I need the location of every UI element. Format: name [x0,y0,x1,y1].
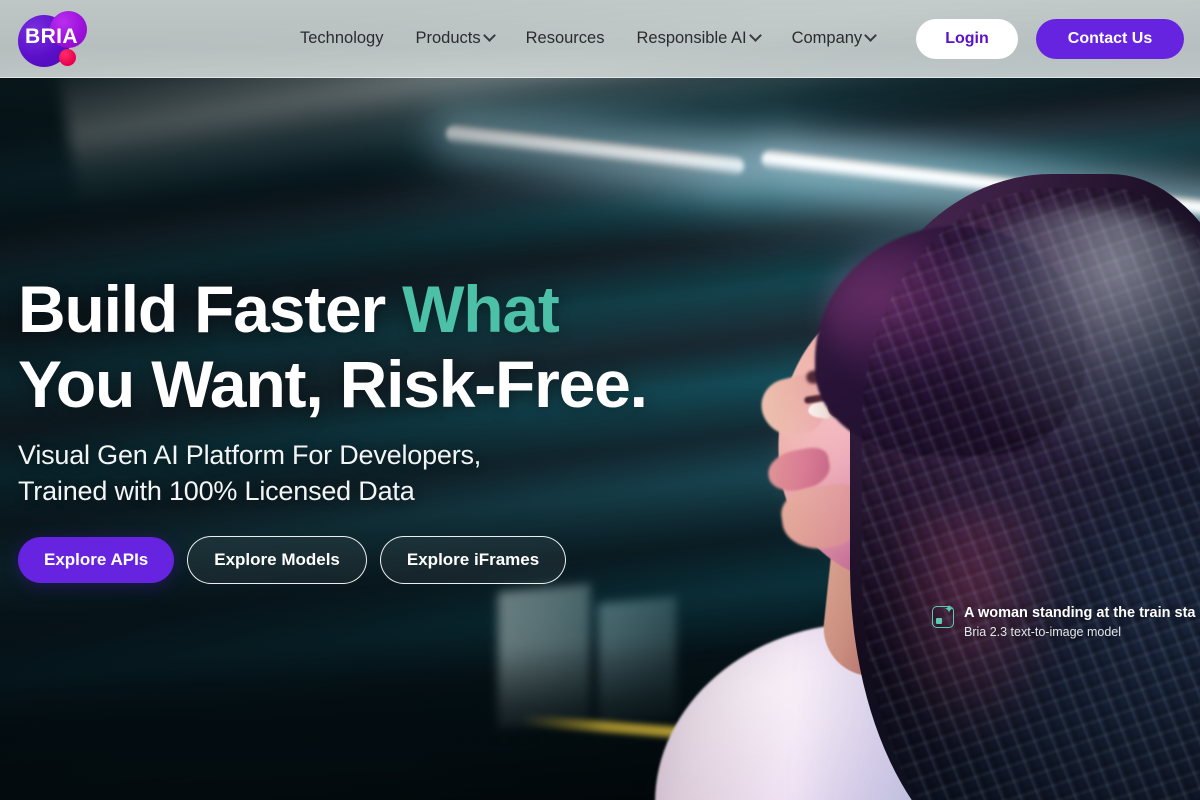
caption-title: A woman standing at the train sta [964,605,1196,621]
hero-cta-row: Explore APIs Explore Models Explore iFra… [18,536,818,585]
nav-item-resources[interactable]: Resources [526,29,605,48]
hero-subheadline: Visual Gen AI Platform For Developers, T… [18,438,818,510]
nav-item-technology[interactable]: Technology [300,29,383,48]
headline-line2: You Want, Risk-Free. [18,347,648,422]
subhead-line2: Trained with 100% Licensed Data [18,476,415,507]
subhead-line1: Visual Gen AI Platform For Developers, [18,440,482,471]
headline-line1-accent: What [402,272,560,346]
image-caption: A woman standing at the train sta Bria 2… [932,602,1196,641]
explore-iframes-button[interactable]: Explore iFrames [379,536,567,585]
chevron-down-icon [864,29,878,42]
nav-item-responsible-ai-label: Responsible AI [636,29,747,47]
nav-links: Technology Products Resources Responsibl… [300,29,878,48]
login-button[interactable]: Login [916,18,1018,59]
top-navigation-bar: BRIA Technology Products Resources Respo… [0,0,1200,78]
logo-dot-icon [59,48,76,66]
bria-logo[interactable]: BRIA [18,10,104,67]
chevron-down-icon [482,29,496,42]
logo-wordmark: BRIA [25,24,78,48]
headline-line1-white: Build Faster [18,272,403,346]
explore-models-button[interactable]: Explore Models [187,536,367,585]
hero-content: Build Faster What You Want, Risk-Free. V… [18,272,818,585]
chevron-down-icon [748,29,762,42]
nav-item-responsible-ai[interactable]: Responsible AI [636,29,762,48]
nav-actions: Login Contact Us [916,18,1184,59]
nav-item-company[interactable]: Company [791,29,878,48]
nav-item-products-label: Products [415,29,481,47]
nav-item-resources-label: Resources [525,29,605,47]
caption-text-block: A woman standing at the train sta Bria 2… [964,604,1196,641]
nav-item-products[interactable]: Products [415,29,496,48]
image-generation-icon [932,602,954,628]
nav-item-company-label: Company [791,29,863,47]
explore-apis-button[interactable]: Explore APIs [18,537,175,584]
hero-headline: Build Faster What You Want, Risk-Free. [18,272,818,422]
caption-subtitle: Bria 2.3 text-to-image model [964,625,1122,640]
nav-item-technology-label: Technology [300,29,384,47]
page-root: BRIA Technology Products Resources Respo… [0,0,1200,800]
contact-us-button[interactable]: Contact Us [1036,18,1184,59]
